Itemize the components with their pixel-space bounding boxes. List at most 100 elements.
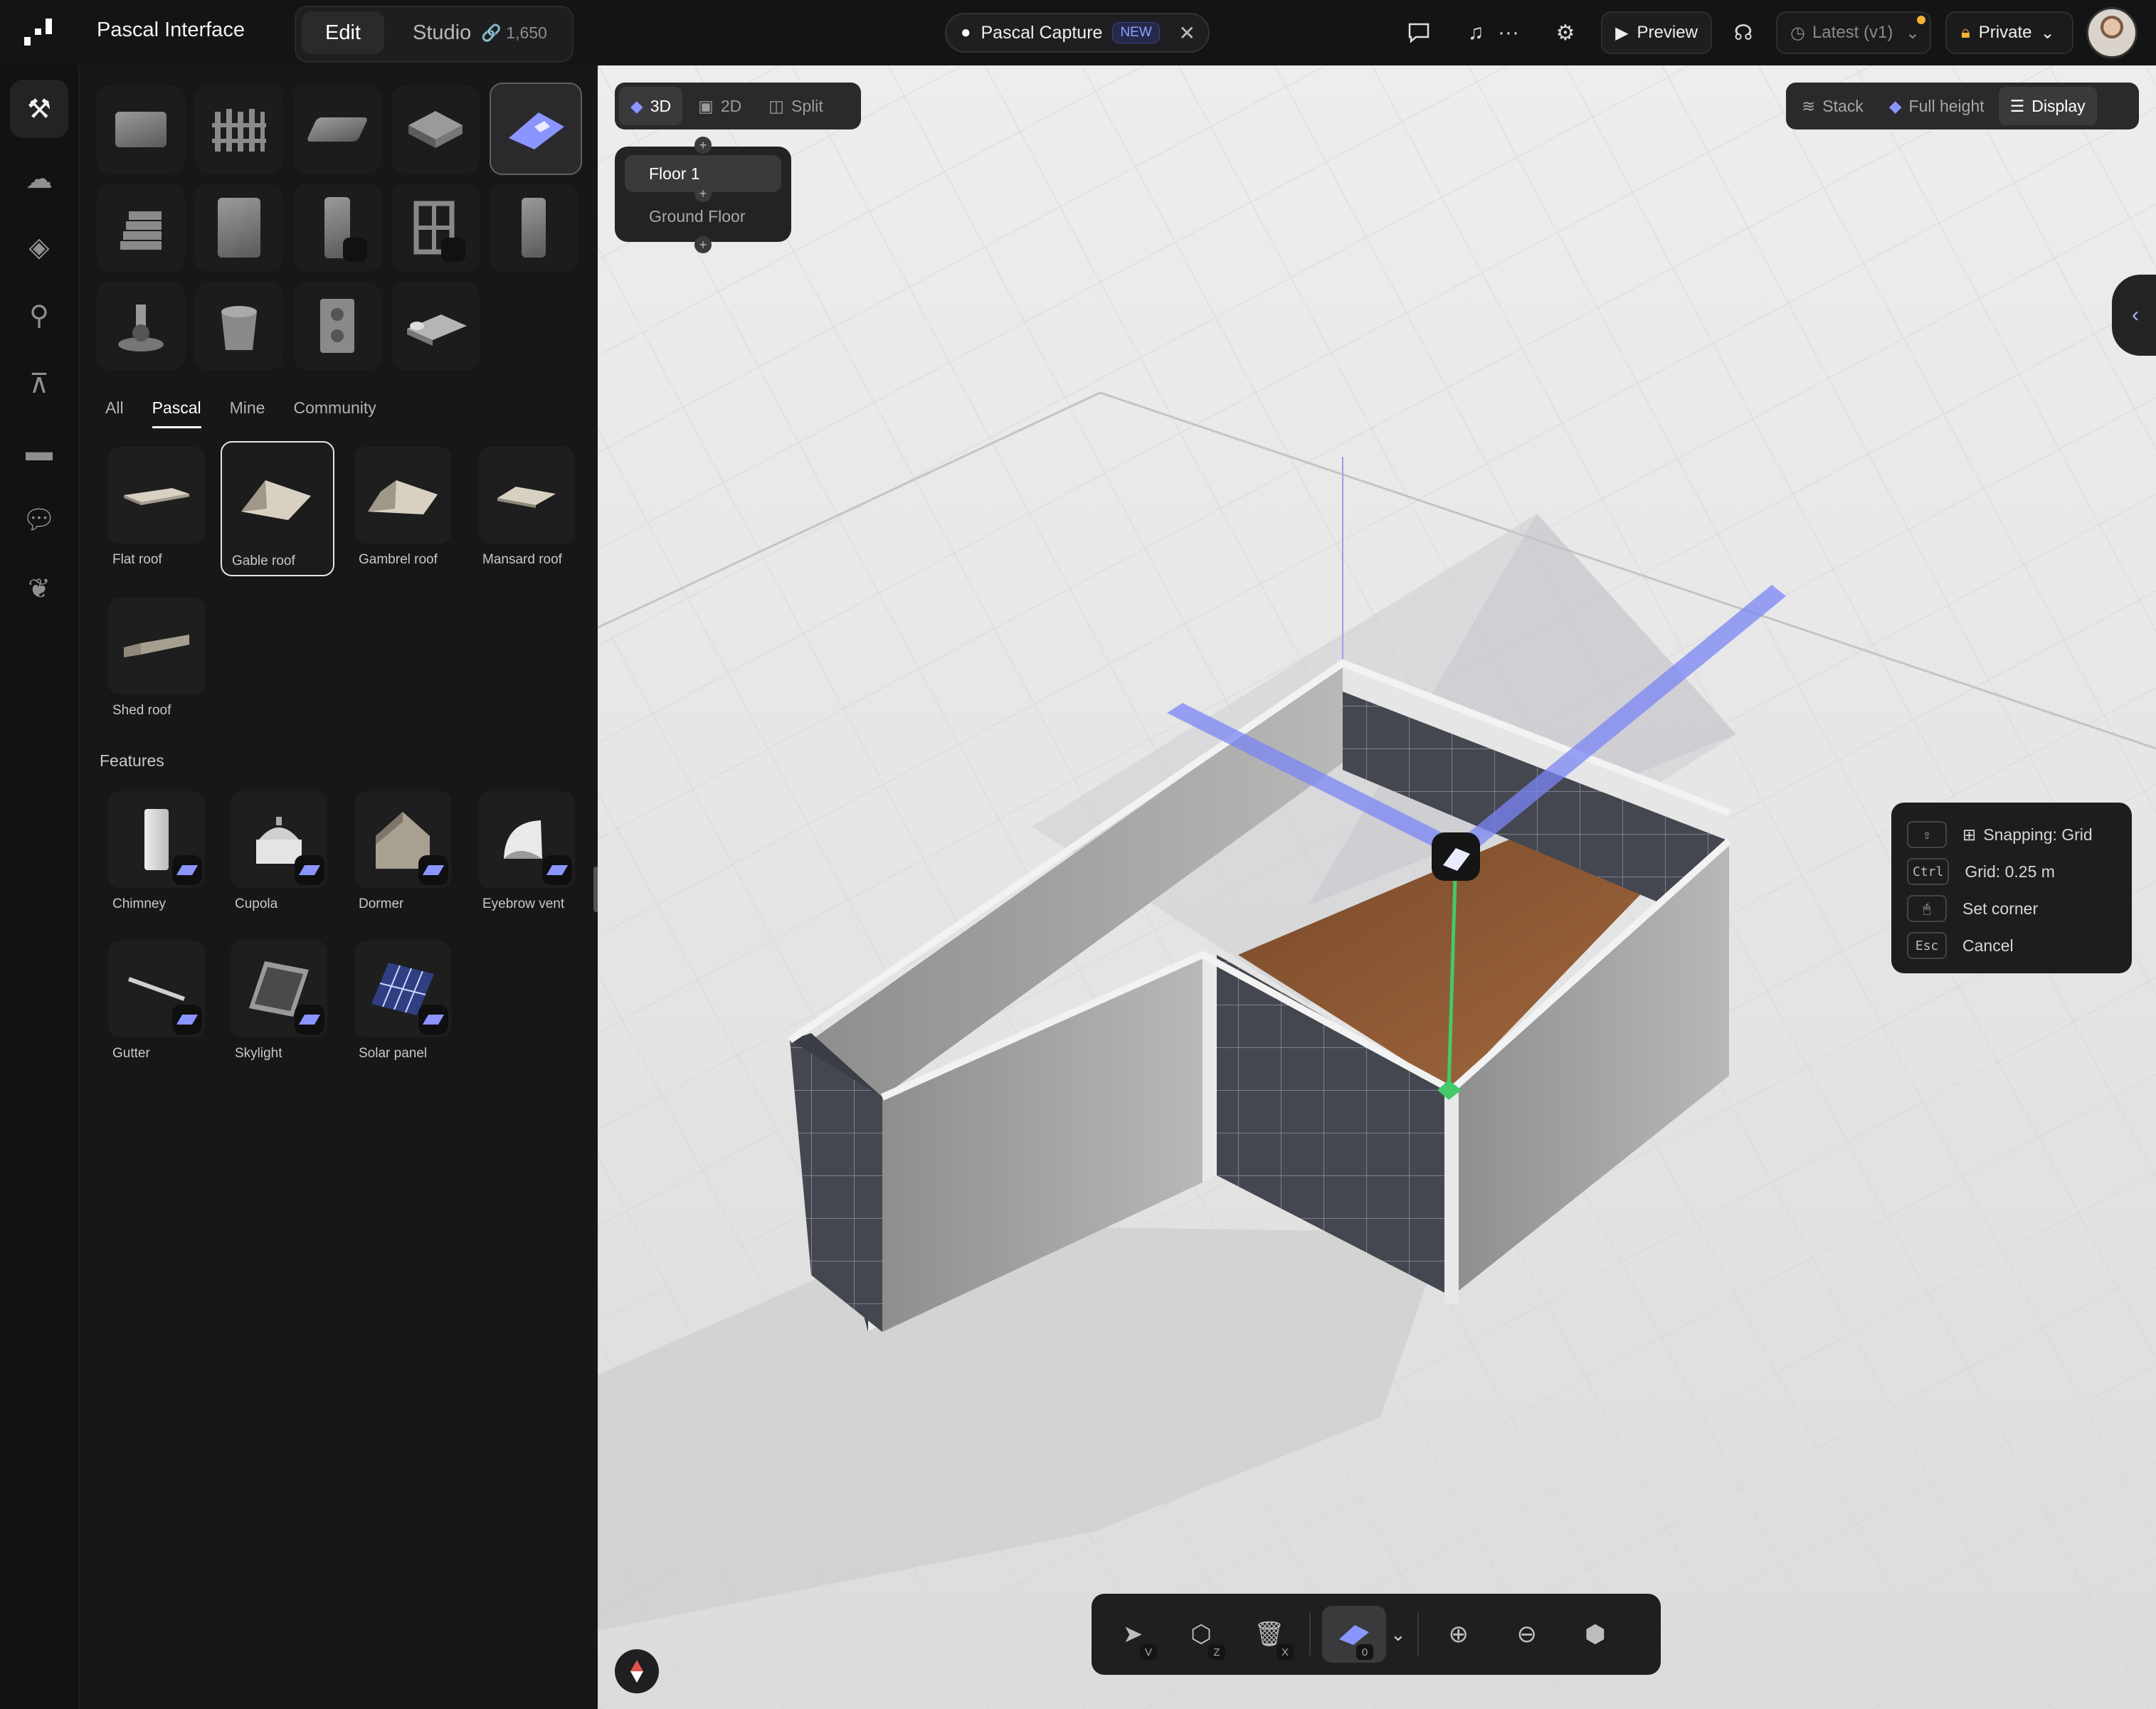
app-logo-icon[interactable] — [23, 17, 54, 48]
skylight-card[interactable]: Skylight — [225, 941, 339, 1076]
gutter-thumb — [108, 941, 205, 1037]
fence-icon — [212, 109, 266, 152]
flat-roof-label: Flat roof — [112, 552, 162, 567]
extrude-button[interactable]: ⬢ — [1567, 1606, 1624, 1663]
rotate-button[interactable]: ⊖ — [1499, 1606, 1555, 1663]
slab-tool[interactable] — [293, 85, 381, 174]
lamp-tool[interactable] — [97, 282, 185, 370]
search-icon[interactable]: ⚲ — [10, 286, 68, 344]
view-split-button[interactable]: ◫ Split — [757, 87, 834, 125]
capture-pill[interactable]: ● Pascal Capture NEW ✕ — [945, 13, 1210, 53]
more-icon[interactable]: ··· — [1491, 16, 1526, 50]
elevator-tool[interactable] — [195, 184, 283, 272]
update-dot — [1917, 16, 1925, 24]
chimney-thumb — [108, 791, 205, 888]
roof-tool[interactable] — [490, 83, 582, 175]
floor-item-ground[interactable]: Ground Floor — [625, 198, 781, 235]
chat-icon[interactable] — [1402, 16, 1436, 50]
gable-roof-card[interactable]: Gable roof — [221, 441, 334, 576]
shortcut-hints: ⇧ ⊞ Snapping: Grid Ctrl Grid: 0.25 m 🖱 S… — [1891, 803, 2132, 973]
tab-all[interactable]: All — [105, 398, 124, 428]
hierarchy-icon[interactable]: ⊼ — [10, 354, 68, 413]
version-button[interactable]: ◷ Latest (v1) ⌄ — [1776, 11, 1931, 54]
fence-tool[interactable] — [195, 85, 283, 174]
apple-icon: ● — [961, 23, 971, 42]
stack-button[interactable]: ≋ Stack — [1790, 87, 1875, 125]
column-icon — [522, 198, 546, 258]
settings-icon[interactable]: ⚙ — [1548, 16, 1582, 50]
orbit-button[interactable]: ⊕ — [1430, 1606, 1487, 1663]
column-tool[interactable] — [490, 184, 578, 272]
view-3d-label: 3D — [650, 96, 672, 115]
solar-panel-card[interactable]: Solar panel — [349, 941, 463, 1076]
gambrel-roof-card[interactable]: Gambrel roof — [349, 447, 463, 582]
library-tabs: All Pascal Mine Community — [105, 398, 376, 428]
bucket-tool[interactable] — [195, 282, 283, 370]
comments-icon[interactable]: 💬︎ — [10, 491, 68, 549]
wall-icon — [115, 112, 167, 147]
gutter-label: Gutter — [112, 1046, 150, 1061]
wall-tool[interactable] — [97, 85, 185, 174]
tab-pascal[interactable]: Pascal — [152, 398, 201, 428]
zones-icon[interactable]: ☁ — [10, 149, 68, 208]
toolbar-divider — [1417, 1613, 1419, 1656]
window-tool[interactable] — [391, 184, 480, 272]
ceiling-tool[interactable] — [391, 85, 480, 174]
select-tool-button[interactable]: ➤ V — [1104, 1606, 1161, 1663]
add-floor-icon[interactable]: + — [694, 236, 712, 253]
tab-studio[interactable]: Studio 🔗 1,650 — [400, 11, 564, 54]
studio-count-value: 1,650 — [506, 23, 547, 42]
add-floor-icon[interactable]: + — [694, 137, 712, 154]
gambrel-roof-label: Gambrel roof — [359, 552, 438, 567]
chevron-left-icon[interactable]: ‹ — [2112, 275, 2156, 356]
shortcut-label: Set corner — [1962, 899, 2039, 918]
stairs-tool[interactable] — [97, 184, 185, 272]
roof-feature-icon — [172, 1005, 202, 1035]
view-2d-button[interactable]: ▣ 2D — [687, 87, 753, 125]
roof-feature-icon — [295, 1005, 324, 1035]
cupola-card[interactable]: Cupola — [225, 791, 339, 926]
avatar[interactable] — [2086, 7, 2137, 58]
furniture-tool[interactable] — [391, 282, 480, 370]
plant-icon[interactable]: ❦ — [10, 559, 68, 618]
delete-shortcut: X — [1277, 1644, 1294, 1660]
display-bar: ≋ Stack ◆ Full height ☰ Display — [1786, 83, 2139, 129]
eyebrow-vent-thumb — [478, 791, 575, 888]
display-label: Display — [2031, 96, 2086, 115]
eyebrow-vent-card[interactable]: Eyebrow vent — [472, 791, 586, 926]
view-3d-button[interactable]: ◆ 3D — [619, 87, 683, 125]
mansard-roof-label: Mansard roof — [482, 552, 562, 567]
delete-button[interactable]: 🗑︎ X — [1241, 1606, 1298, 1663]
tab-edit[interactable]: Edit — [302, 11, 384, 54]
music-icon[interactable]: ♫ — [1459, 16, 1493, 50]
headphones-icon[interactable]: ☊ — [1726, 16, 1760, 50]
door-tool[interactable] — [293, 184, 381, 272]
folder-icon[interactable]: ▬ — [10, 423, 68, 481]
tab-community[interactable]: Community — [293, 398, 376, 428]
chimney-card[interactable]: Chimney — [102, 791, 216, 926]
view-mode-switch: ◆ 3D ▣ 2D ◫ Split — [615, 83, 861, 129]
mansard-roof-card[interactable]: Mansard roof — [472, 447, 586, 582]
app-title: Pascal Interface — [97, 18, 245, 41]
preview-label: Preview — [1637, 23, 1698, 42]
floors-icon[interactable]: ◈ — [10, 218, 68, 276]
flat-roof-card[interactable]: Flat roof — [102, 447, 216, 582]
appliance-tool[interactable] — [293, 282, 381, 370]
shed-roof-card[interactable]: Shed roof — [102, 598, 216, 733]
full-height-button[interactable]: ◆ Full height — [1878, 87, 1996, 125]
gutter-card[interactable]: Gutter — [102, 941, 216, 1076]
dormer-card[interactable]: Dormer — [349, 791, 463, 926]
lock-badge-icon — [343, 238, 367, 262]
tab-mine[interactable]: Mine — [230, 398, 265, 428]
display-button[interactable]: ☰ Display — [1998, 87, 2097, 125]
build-icon[interactable]: ⚒ — [10, 80, 68, 138]
view-2d-label: 2D — [720, 96, 742, 115]
compass-icon[interactable] — [615, 1649, 659, 1693]
preview-button[interactable]: ▶ Preview — [1601, 11, 1712, 54]
roof-build-button[interactable]: 0 — [1322, 1606, 1386, 1663]
clock-icon: ◷ — [1790, 23, 1805, 43]
visibility-button[interactable]: 🔒︎ Private ⌄ — [1945, 11, 2073, 54]
chevron-down-icon[interactable]: ⌄ — [1390, 1624, 1406, 1646]
close-icon[interactable]: ✕ — [1179, 21, 1195, 45]
box-select-button[interactable]: ⬡ Z — [1173, 1606, 1230, 1663]
